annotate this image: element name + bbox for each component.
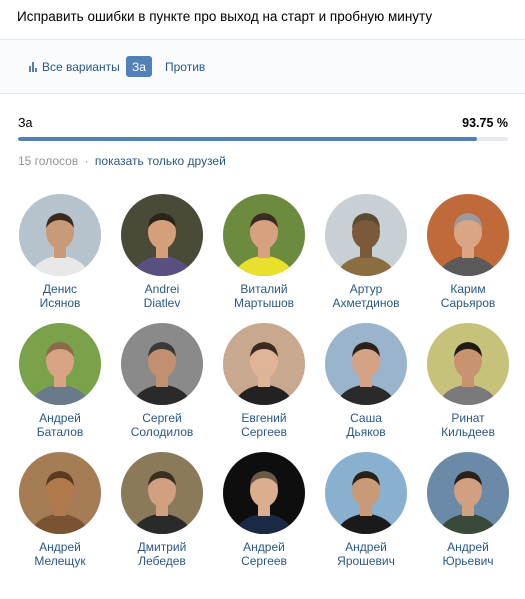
voter-last-name: Юрьевич: [442, 554, 494, 568]
voter-name-link[interactable]: Карим Сарьяров: [418, 282, 518, 310]
voter-name-link[interactable]: Дмитрий Лебедев: [112, 540, 212, 568]
voter-last-name: Ярошевич: [337, 554, 395, 568]
voter-first-name: Денис: [42, 282, 78, 296]
voter-first-name: Саша: [350, 411, 382, 425]
show-friends-only-link[interactable]: показать только друзей: [95, 154, 226, 168]
avatar[interactable]: [325, 452, 407, 534]
voter-item[interactable]: Карим Сарьяров: [417, 194, 519, 323]
voter-first-name: Андрей: [39, 540, 81, 554]
voter-item[interactable]: Андрей Сергеев: [213, 452, 315, 581]
voter-first-name: Виталий: [240, 282, 288, 296]
voter-name-link[interactable]: Андрей Мелещук: [10, 540, 110, 568]
voter-last-name: Исянов: [39, 296, 81, 310]
voter-item[interactable]: Андрей Баталов: [9, 323, 111, 452]
voter-last-name: Кильдеев: [441, 425, 495, 439]
avatar[interactable]: [121, 194, 203, 276]
avatar[interactable]: [223, 194, 305, 276]
voter-name-link[interactable]: Артур Ахметдинов: [316, 282, 416, 310]
voter-first-name: Евгений: [241, 411, 287, 425]
votes-count: 15 голосов: [18, 154, 79, 168]
voter-first-name: Андрей: [345, 540, 387, 554]
voter-name-link[interactable]: Ринат Кильдеев: [418, 411, 518, 439]
voter-item[interactable]: Дмитрий Лебедев: [111, 452, 213, 581]
voter-name-link[interactable]: Андрей Юрьевич: [418, 540, 518, 568]
voter-last-name: Солодилов: [130, 425, 194, 439]
avatar[interactable]: [427, 194, 509, 276]
avatar[interactable]: [223, 452, 305, 534]
avatar[interactable]: [325, 194, 407, 276]
voter-last-name: Сергеев: [241, 554, 287, 568]
voter-item[interactable]: Andrei Diatlev: [111, 194, 213, 323]
result-progress-track: [18, 137, 508, 141]
voter-first-name: Ринат: [451, 411, 485, 425]
voter-last-name: Ахметдинов: [332, 296, 400, 310]
voter-last-name: Дьяков: [346, 425, 386, 439]
avatar[interactable]: [19, 323, 101, 405]
voter-name-link[interactable]: Андрей Сергеев: [214, 540, 314, 568]
separator: ·: [84, 154, 89, 168]
avatar[interactable]: [121, 452, 203, 534]
voter-name-link[interactable]: Andrei Diatlev: [112, 282, 212, 310]
voter-name-link[interactable]: Евгений Сергеев: [214, 411, 314, 439]
voter-last-name: Баталов: [36, 425, 84, 439]
result-option-label: За: [18, 116, 33, 130]
poll-title: Исправить ошибки в пункте про выход на с…: [17, 9, 433, 24]
voter-first-name: Андрей: [39, 411, 81, 425]
voter-last-name: Diatlev: [143, 296, 181, 310]
voter-item[interactable]: Сергей Солодилов: [111, 323, 213, 452]
voter-first-name: Сергей: [142, 411, 182, 425]
avatar[interactable]: [427, 323, 509, 405]
voter-name-link[interactable]: Виталий Мартышов: [214, 282, 314, 310]
votes-summary: 15 голосов · показать только друзей: [18, 154, 226, 168]
avatar[interactable]: [19, 194, 101, 276]
voter-first-name: Карим: [450, 282, 486, 296]
voter-item[interactable]: Денис Исянов: [9, 194, 111, 323]
voter-item[interactable]: Евгений Сергеев: [213, 323, 315, 452]
poll-header: Исправить ошибки в пункте про выход на с…: [0, 0, 525, 40]
voter-last-name: Лебедев: [138, 554, 186, 568]
avatar[interactable]: [427, 452, 509, 534]
voter-name-link[interactable]: Андрей Ярошевич: [316, 540, 416, 568]
voter-name-link[interactable]: Сергей Солодилов: [112, 411, 212, 439]
voter-name-link[interactable]: Денис Исянов: [10, 282, 110, 310]
voter-last-name: Сарьяров: [440, 296, 496, 310]
voter-first-name: Андрей: [447, 540, 489, 554]
voter-first-name: Andrei: [144, 282, 180, 296]
avatar[interactable]: [121, 323, 203, 405]
voter-item[interactable]: Виталий Мартышов: [213, 194, 315, 323]
voter-item[interactable]: Андрей Ярошевич: [315, 452, 417, 581]
avatar[interactable]: [223, 323, 305, 405]
tab-all-options-label: Все варианты: [42, 59, 120, 74]
options-tab-bar: Все варианты За Против: [0, 40, 525, 94]
voter-first-name: Артур: [349, 282, 383, 296]
voter-name-link[interactable]: Саша Дьяков: [316, 411, 416, 439]
voter-last-name: Мартышов: [233, 296, 294, 310]
bar-chart-icon: [29, 61, 37, 72]
voter-first-name: Андрей: [243, 540, 285, 554]
avatar[interactable]: [19, 452, 101, 534]
voter-name-link[interactable]: Андрей Баталов: [10, 411, 110, 439]
voter-item[interactable]: Ринат Кильдеев: [417, 323, 519, 452]
result-progress-fill: [18, 137, 478, 141]
voter-first-name: Дмитрий: [137, 540, 187, 554]
voter-item[interactable]: Андрей Мелещук: [9, 452, 111, 581]
voter-item[interactable]: Андрей Юрьевич: [417, 452, 519, 581]
voter-item[interactable]: Артур Ахметдинов: [315, 194, 417, 323]
voter-item[interactable]: Саша Дьяков: [315, 323, 417, 452]
voter-last-name: Сергеев: [241, 425, 287, 439]
tab-option-za[interactable]: За: [126, 56, 152, 77]
tab-all-options[interactable]: Все варианты: [29, 56, 120, 77]
tab-option-protiv[interactable]: Против: [165, 56, 205, 77]
voters-grid: Денис Исянов Andrei Diatlev Виталий Мартышов А…: [9, 194, 519, 581]
voter-last-name: Мелещук: [34, 554, 86, 568]
result-percent: 93.75 %: [462, 116, 508, 130]
avatar[interactable]: [325, 323, 407, 405]
